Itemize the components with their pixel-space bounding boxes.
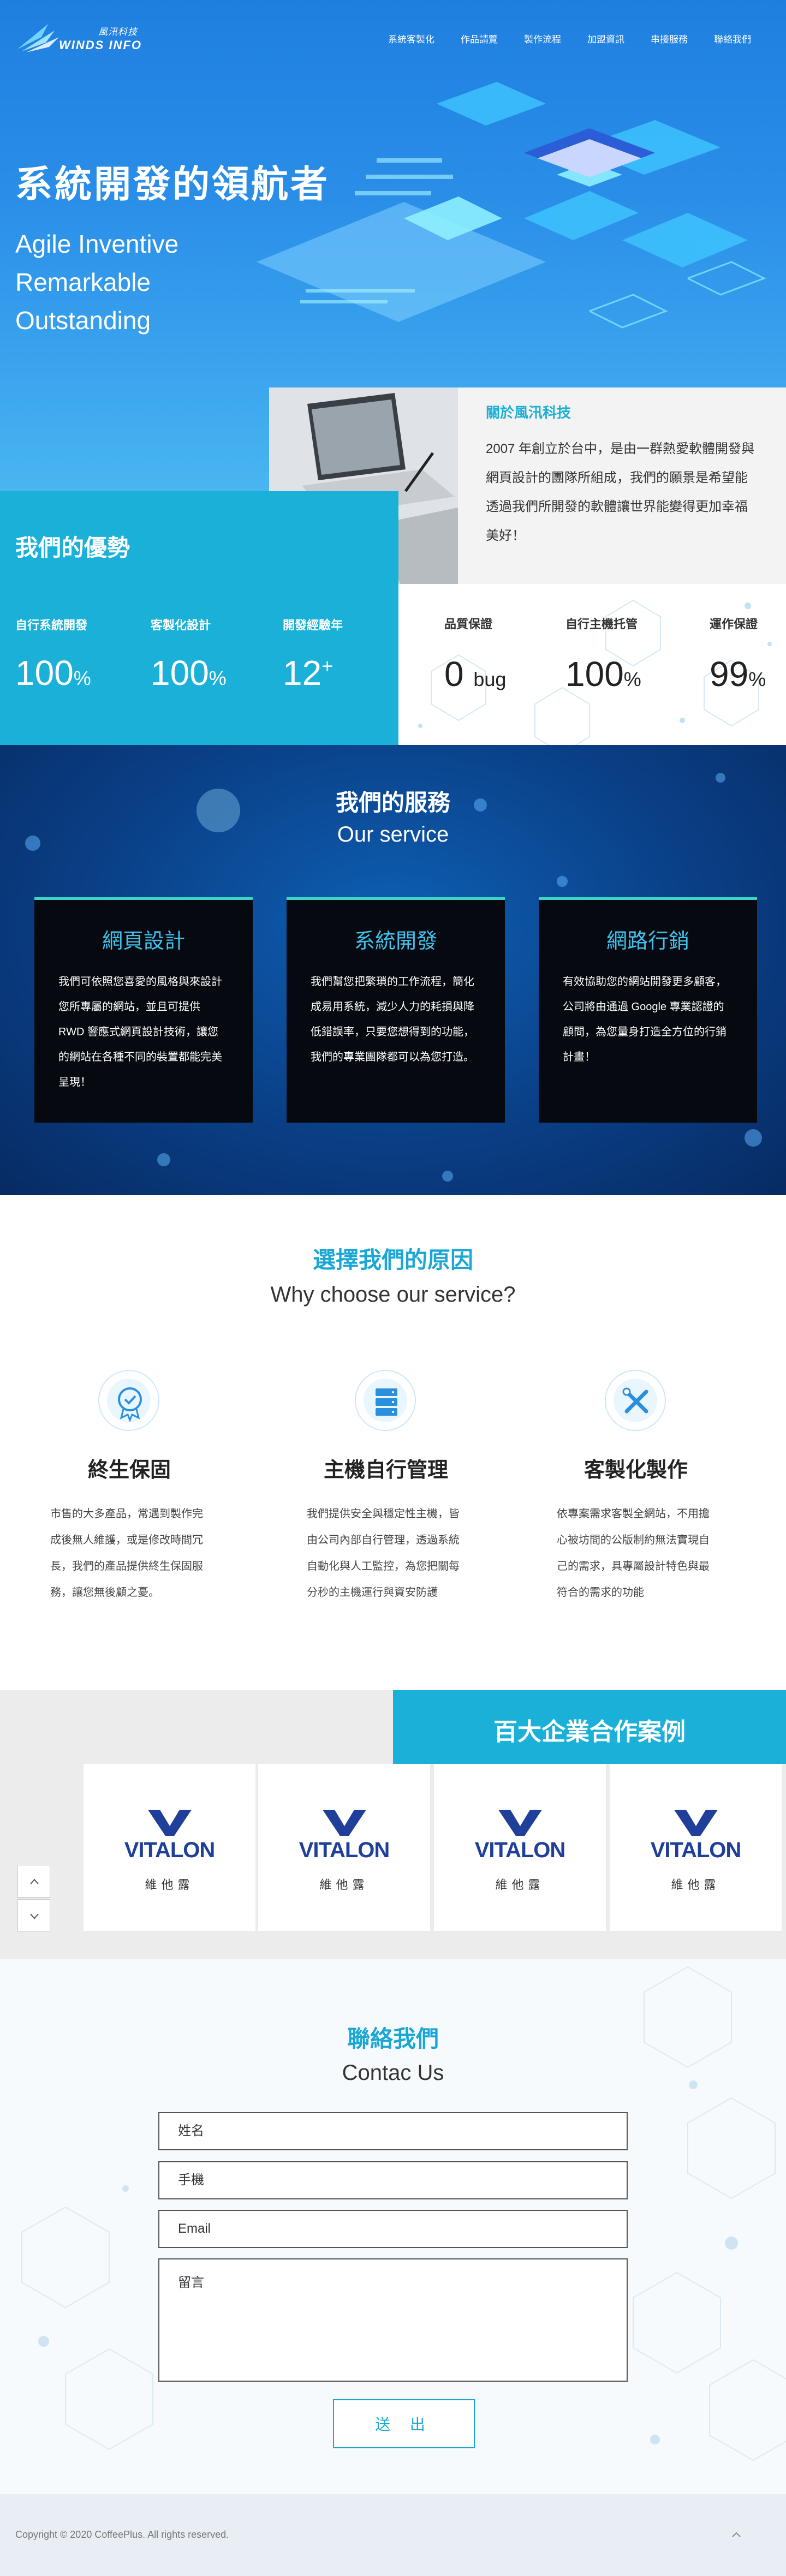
service-card-title: 網頁設計 — [102, 930, 185, 953]
vitalon-logo-icon — [323, 1810, 366, 1836]
nav-item-integration[interactable]: 串接服務 — [638, 32, 701, 45]
submit-button[interactable]: 送 出 — [333, 2399, 475, 2448]
stat-quality: 品質保證 0 bug — [444, 615, 506, 694]
about-title: 關於風汛科技 — [486, 404, 571, 421]
why-item-text: 依專案需求客製全網站，不用擔心被坊間的公版制約無法實現自己的需求，具專屬設計特色… — [557, 1508, 710, 1599]
partner-chinese-name: 維他露 — [495, 1878, 545, 1892]
partner-name: VITALON — [299, 1838, 390, 1862]
chevron-down-icon — [30, 1913, 39, 1919]
why-title: 選擇我們的原因 — [312, 1247, 473, 1273]
contact-title: 聯絡我們 — [347, 2026, 439, 2052]
hero-subtitle-line: Remarkable — [15, 268, 151, 296]
service-card-text: 我們幫您把繁瑣的工作流程，簡化成易用系統，減少人力的耗損與降低錯誤率，只要您想得… — [311, 976, 474, 1063]
service-card-system-dev[interactable]: 系統開發 我們幫您把繁瑣的工作流程，簡化成易用系統，減少人力的耗損與降低錯誤率，… — [287, 897, 505, 1123]
carousel-prev-button[interactable] — [17, 1865, 50, 1898]
service-card-text: 我們可依照您喜愛的風格與來設計您所專屬的網站，並且可提供 RWD 響應式網頁設計… — [58, 976, 222, 1088]
message-field[interactable] — [158, 2258, 628, 2382]
service-section: 我們的服務 Our service 網頁設計 我們可依照您喜愛的風格與來設計您所… — [0, 745, 786, 1195]
contact-subtitle: Contac Us — [342, 2061, 444, 2085]
stat-custom-design: 客製化設計 100% — [151, 616, 227, 693]
hero-subtitle: Agile Inventive Remarkable Outstanding — [15, 225, 178, 339]
why-subtitle: Why choose our service? — [270, 1283, 516, 1307]
partner-logo-card[interactable]: VITALON 維他露 — [258, 1764, 430, 1931]
contact-section: 聯絡我們 Contac Us 送 出 — [0, 1959, 786, 2494]
hero-subtitle-line: Outstanding — [15, 306, 151, 335]
partner-logo-card[interactable]: VITALON 維他露 — [434, 1764, 606, 1931]
partner-logo-card[interactable]: VITALON 維他露 — [84, 1764, 255, 1931]
partner-logo-card[interactable]: VITALON 維他露 — [610, 1764, 782, 1931]
phone-field[interactable] — [158, 2161, 628, 2199]
stat-self-dev: 自行系統開發 100% — [15, 616, 91, 693]
chevron-up-icon — [30, 1879, 39, 1885]
stat-value: 100% — [151, 653, 227, 693]
stat-label: 客製化設計 — [151, 618, 211, 632]
nav-item-portfolio[interactable]: 作品請覽 — [448, 32, 511, 45]
stat-value: 99% — [710, 654, 766, 694]
tools-icon — [605, 1370, 666, 1431]
server-icon — [355, 1370, 416, 1431]
hero-subtitle-line: Agile Inventive — [15, 230, 179, 258]
name-field[interactable] — [158, 2112, 628, 2150]
service-card-title: 網路行銷 — [606, 930, 689, 953]
stat-label: 開發經驗年 — [283, 618, 343, 632]
partner-name: VITALON — [124, 1838, 216, 1862]
stat-label: 自行系統開發 — [15, 618, 88, 632]
stat-value: 12+ — [283, 653, 334, 693]
carousel-next-button[interactable] — [17, 1899, 50, 1932]
logo-english-text: WINDS INFO — [59, 38, 142, 52]
why-item-text: 我們提供安全與穩定性主機，皆由公司內部自行管理，透過系統自動化與人工監控，為您把… — [307, 1508, 460, 1599]
stat-value: 100% — [565, 654, 641, 694]
why-item-text: 市售的大多產品，常遇到製作完成後無人維護，或是修改時間冗長，我們的產品提供終生保… — [50, 1508, 203, 1599]
stat-label: 運作保證 — [710, 617, 758, 631]
partners-section: 百大企業合作案例 VITALON 維他露 VITALON 維他露 VITALON… — [0, 1690, 786, 1959]
service-card-web-design[interactable]: 網頁設計 我們可依照您喜愛的風格與來設計您所專屬的網站，並且可提供 RWD 響應… — [34, 897, 253, 1123]
stat-value: 0 bug — [444, 654, 507, 694]
hero-isometric-illustration — [257, 82, 766, 329]
stat-label: 自行主機托管 — [565, 617, 638, 631]
service-subtitle: Our service — [337, 822, 449, 846]
stat-experience: 開發經驗年 12+ — [283, 616, 343, 693]
main-nav: 系統客製化 作品請覽 製作流程 加盟資訊 串接服務 聯絡我們 — [375, 32, 764, 45]
service-card-text: 有效協助您的網站開發更多顧客，公司將由通過 Google 專業認證的顧問，為您量… — [563, 976, 727, 1063]
stat-uptime: 運作保證 99% — [710, 615, 766, 694]
partner-chinese-name: 維他露 — [145, 1878, 194, 1892]
stat-value: 100% — [15, 653, 91, 693]
partners-banner: 百大企業合作案例 — [393, 1690, 786, 1764]
nav-item-customization[interactable]: 系統客製化 — [375, 32, 448, 45]
copyright-text: Copyright © 2020 CoffeePlus. All rights … — [15, 2529, 229, 2540]
logo-chinese-text: 風汛科技 — [98, 27, 138, 37]
why-item-title: 客製化製作 — [583, 1459, 688, 1482]
partner-name: VITALON — [474, 1838, 566, 1862]
advantages-panel: 我們的優勢 自行系統開發 100% 客製化設計 100% 開發經驗年 12+ — [0, 491, 398, 745]
stat-label: 品質保證 — [444, 617, 493, 631]
vitalon-logo-icon — [148, 1810, 192, 1836]
vitalon-logo-icon — [498, 1810, 542, 1836]
nav-item-franchise[interactable]: 加盟資訊 — [574, 32, 638, 45]
nav-item-process[interactable]: 製作流程 — [511, 32, 574, 45]
logo-wing-icon — [17, 24, 59, 52]
about-text: 2007 年創立於台中，是由一群熱愛軟體開發與網頁設計的團隊所組成，我們的願景是… — [486, 442, 755, 543]
vitalon-logo-icon — [674, 1810, 718, 1836]
badge-icon — [98, 1370, 159, 1431]
nav-item-contact[interactable]: 聯絡我們 — [701, 32, 764, 45]
why-item-title: 主機自行管理 — [323, 1459, 448, 1482]
back-to-top-icon[interactable] — [729, 2528, 743, 2542]
site-logo[interactable]: 風汛科技 WINDS INFO — [16, 20, 147, 58]
site-footer: Copyright © 2020 CoffeePlus. All rights … — [0, 2494, 786, 2576]
partner-chinese-name: 維他露 — [671, 1878, 720, 1892]
partner-name: VITALON — [650, 1838, 742, 1862]
service-card-marketing[interactable]: 網路行銷 有效協助您的網站開發更多顧客，公司將由通過 Google 專業認證的顧… — [539, 897, 757, 1123]
service-title: 我們的服務 — [335, 790, 450, 815]
service-card-title: 系統開發 — [354, 930, 437, 953]
advantages-title: 我們的優勢 — [15, 535, 130, 560]
why-item-title: 終生保固 — [87, 1459, 171, 1482]
stat-hosting: 自行主機托管 100% — [565, 615, 641, 694]
partners-title: 百大企業合作案例 — [493, 1719, 686, 1745]
partner-chinese-name: 維他露 — [319, 1878, 369, 1892]
email-field[interactable] — [158, 2210, 628, 2248]
advantages-guarantees-panel: 品質保證 0 bug 自行主機托管 100% 運作保證 99% — [398, 584, 786, 745]
